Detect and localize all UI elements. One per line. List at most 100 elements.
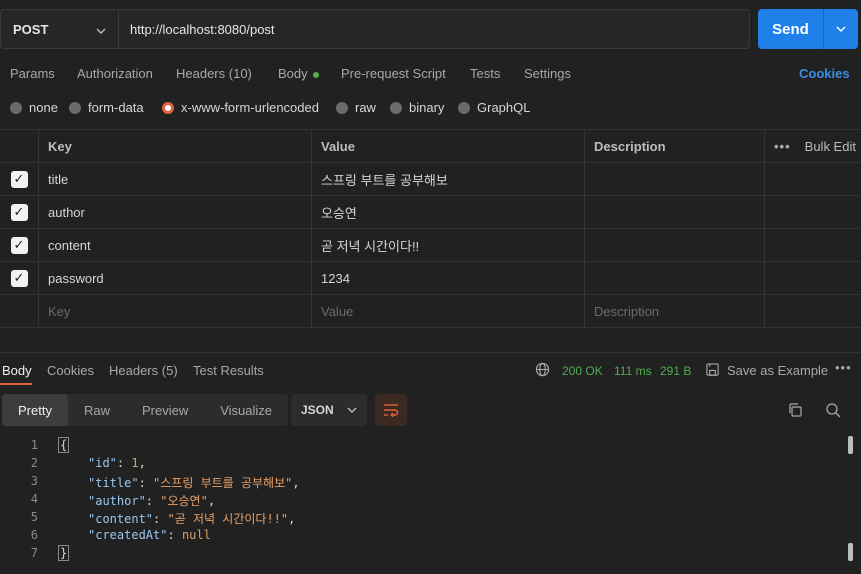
status-code[interactable]: 200 OK	[562, 364, 603, 378]
key-cell[interactable]: author	[38, 196, 311, 228]
key-cell[interactable]: password	[38, 262, 311, 294]
search-icon[interactable]	[825, 402, 841, 421]
save-as-example-button[interactable]: Save as Example	[727, 363, 828, 378]
json-value: 1	[131, 456, 139, 470]
line-number: 1	[30, 438, 38, 452]
response-time[interactable]: 111 ms	[614, 364, 652, 378]
method-label: POST	[13, 21, 49, 37]
value-cell[interactable]: 1234	[311, 262, 584, 294]
body-active-dot	[312, 71, 319, 78]
line-number: 7	[30, 546, 38, 560]
table-row: ✓ title 스프링 부트를 공부해보	[0, 163, 861, 196]
response-size[interactable]: 291 B	[660, 364, 691, 378]
checkbox[interactable]: ✓	[10, 269, 28, 287]
check-cell: ✓	[0, 163, 38, 195]
tab-headers-label: Headers	[176, 66, 226, 81]
key-cell[interactable]: content	[38, 229, 311, 261]
empty-cell	[764, 262, 861, 294]
view-preview[interactable]: Preview	[126, 394, 204, 426]
radio-raw[interactable]: raw	[336, 100, 376, 115]
close-brace: }	[58, 545, 70, 561]
empty-cell	[764, 163, 861, 195]
tab-body[interactable]: Body	[278, 66, 319, 81]
save-icon	[705, 362, 720, 380]
header-value: Value	[311, 130, 584, 162]
json-key: "id"	[88, 456, 117, 470]
tab-params[interactable]: Params	[10, 66, 55, 81]
new-description-input[interactable]: Description	[584, 295, 764, 327]
description-cell[interactable]	[584, 196, 764, 228]
more-icon[interactable]: •••	[835, 360, 852, 375]
view-visualize[interactable]: Visualize	[204, 394, 288, 426]
json-line: "author": "오승연",	[88, 494, 216, 508]
checkbox[interactable]: ✓	[10, 236, 28, 254]
new-value-input[interactable]: Value	[311, 295, 584, 327]
radio-form-data[interactable]: form-data	[69, 100, 144, 115]
header-key: Key	[38, 130, 311, 162]
tab-headers-count: (10)	[228, 66, 252, 81]
description-cell[interactable]	[584, 229, 764, 261]
key-cell[interactable]: title	[38, 163, 311, 195]
url-text: http://localhost:8080/post	[130, 21, 275, 37]
check-cell: ✓	[0, 229, 38, 261]
open-brace: {	[58, 437, 70, 453]
radio-urlencoded[interactable]: x-www-form-urlencoded	[162, 100, 319, 115]
table-row-new: Key Value Description	[0, 295, 861, 328]
line-number: 5	[30, 510, 38, 524]
json-key: "createdAt"	[88, 528, 168, 542]
tab-authorization[interactable]: Authorization	[77, 66, 153, 81]
view-pretty[interactable]: Pretty	[2, 394, 68, 426]
bulk-edit-link[interactable]: Bulk Edit	[805, 139, 856, 154]
line-number: 4	[30, 492, 38, 506]
radio-binary[interactable]: binary	[390, 100, 444, 115]
send-button[interactable]: Send	[758, 9, 824, 49]
value-cell[interactable]: 스프링 부트를 공부해보	[311, 163, 584, 195]
resp-tab-test-results[interactable]: Test Results	[193, 363, 264, 378]
body-type-radios: none form-data x-www-form-urlencoded raw…	[0, 100, 861, 118]
radio-graphql[interactable]: GraphQL	[458, 100, 530, 115]
more-icon[interactable]: •••	[774, 139, 791, 154]
empty-cell	[764, 229, 861, 261]
chevron-down-icon	[96, 22, 106, 37]
scrollbar-thumb[interactable]	[848, 543, 853, 561]
globe-icon[interactable]	[535, 362, 550, 380]
radio-label: raw	[355, 100, 376, 115]
scrollbar-thumb[interactable]	[848, 436, 853, 454]
radio-selected-icon	[162, 101, 174, 114]
view-raw[interactable]: Raw	[68, 394, 126, 426]
wrap-lines-button[interactable]	[375, 394, 407, 426]
radio-none[interactable]: none	[10, 100, 58, 115]
tab-tests[interactable]: Tests	[470, 66, 500, 81]
empty-cell	[764, 196, 861, 228]
resp-tab-body[interactable]: Body	[2, 363, 32, 378]
request-tabs: Params Authorization Headers (10) Body P…	[0, 60, 861, 86]
view-mode-segmented: Pretty Raw Preview Visualize	[2, 394, 289, 426]
check-cell	[0, 295, 38, 327]
description-cell[interactable]	[584, 163, 764, 195]
send-options-button[interactable]	[824, 9, 858, 49]
tab-settings[interactable]: Settings	[524, 66, 571, 81]
line-number: 2	[30, 456, 38, 470]
resp-tab-headers[interactable]: Headers (5)	[109, 363, 178, 378]
method-select[interactable]: POST	[1, 10, 119, 48]
new-key-input[interactable]: Key	[38, 295, 311, 327]
response-tabs: Body Cookies Headers (5) Test Results 20…	[0, 356, 861, 384]
check-cell: ✓	[0, 262, 38, 294]
radio-label: binary	[409, 100, 445, 115]
bulk-edit-cell: ••• Bulk Edit	[764, 130, 861, 162]
value-cell[interactable]: 오승연	[311, 196, 584, 228]
resp-tab-cookies[interactable]: Cookies	[47, 363, 94, 378]
checkbox[interactable]: ✓	[10, 170, 28, 188]
value-cell[interactable]: 곧 저녁 시간이다!!	[311, 229, 584, 261]
checkbox[interactable]: ✓	[10, 203, 28, 221]
wrap-icon	[384, 404, 399, 417]
cookies-link[interactable]: Cookies	[799, 66, 850, 81]
description-cell[interactable]	[584, 262, 764, 294]
url-input[interactable]: http://localhost:8080/post	[119, 10, 749, 48]
radio-label: none	[29, 100, 58, 115]
format-select[interactable]: JSON	[291, 394, 367, 426]
tab-pre-request-script[interactable]: Pre-request Script	[341, 66, 446, 81]
table-header-row: Key Value Description ••• Bulk Edit	[0, 130, 861, 163]
copy-icon[interactable]	[787, 402, 803, 421]
tab-headers[interactable]: Headers (10)	[176, 66, 252, 81]
